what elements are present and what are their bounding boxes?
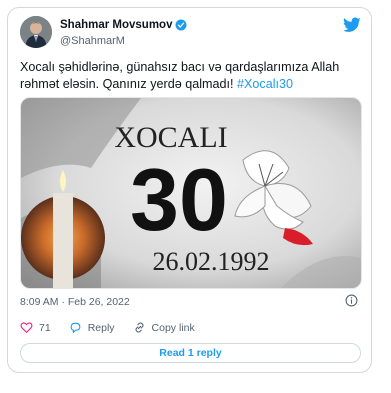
read-replies-button[interactable]: Read 1 reply bbox=[20, 343, 361, 363]
twitter-bird-icon[interactable] bbox=[343, 17, 361, 33]
link-icon bbox=[134, 322, 144, 333]
tweet-actions: 71 Reply Copy link bbox=[20, 321, 213, 334]
author-name[interactable]: Shahmar Movsumov bbox=[60, 19, 172, 31]
author-row: Shahmar Movsumov bbox=[60, 19, 187, 31]
heart-icon bbox=[20, 322, 33, 333]
verified-badge-icon bbox=[175, 19, 187, 31]
like-count: 71 bbox=[39, 321, 51, 334]
like-button[interactable]: 71 bbox=[20, 321, 51, 334]
copy-link-label: Copy link bbox=[151, 321, 195, 334]
tweet-timestamp[interactable]: 8:09 AM · Feb 26, 2022 bbox=[20, 296, 130, 308]
tweet-image[interactable]: XOCALI 30 26.02.1992 bbox=[20, 97, 362, 289]
reply-label: Reply bbox=[87, 321, 115, 334]
tweet-text: Xocalı şəhidlərinə, günahsız bacı və qar… bbox=[20, 59, 360, 93]
hashtag-link[interactable]: #Xocalı30 bbox=[237, 77, 293, 91]
image-number-text: 30 bbox=[130, 150, 228, 249]
reply-icon bbox=[70, 322, 81, 333]
avatar[interactable] bbox=[20, 16, 52, 48]
author-handle[interactable]: @ShahmarM bbox=[60, 35, 125, 47]
info-icon[interactable] bbox=[345, 294, 358, 307]
image-date-text: 26.02.1992 bbox=[153, 247, 270, 276]
tweet-card: Shahmar Movsumov @ShahmarM Xocalı şəhidl… bbox=[7, 7, 372, 373]
reply-button[interactable]: Reply bbox=[69, 321, 115, 334]
copy-link-button[interactable]: Copy link bbox=[133, 321, 195, 334]
